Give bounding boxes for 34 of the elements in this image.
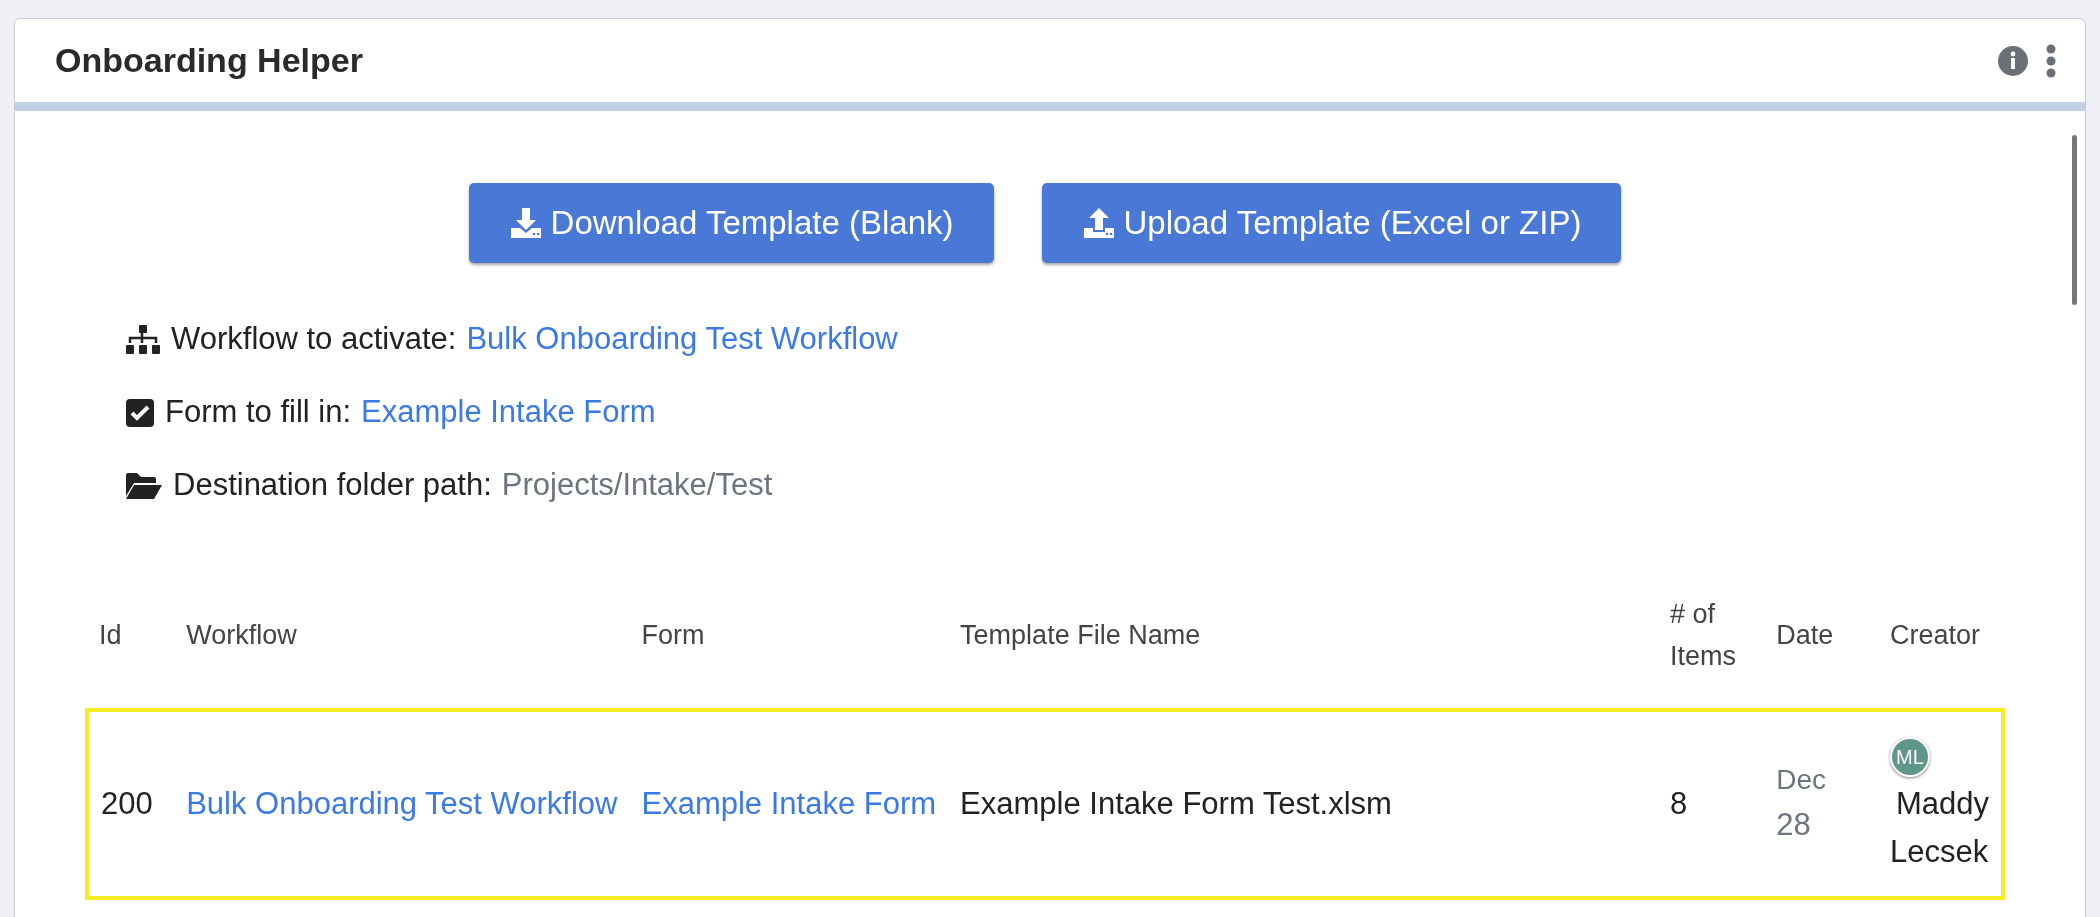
scrollbar[interactable]: [2072, 135, 2077, 305]
sitemap-icon: [125, 324, 161, 355]
creator-name: Maddy Lecsek: [1889, 785, 1989, 869]
info-icon[interactable]: [1997, 44, 2029, 77]
download-icon: [508, 206, 543, 240]
folder-label: Destination folder path:: [173, 466, 492, 505]
workflow-label: Workflow to activate:: [171, 320, 457, 359]
download-button[interactable]: Download Template (Blank): [468, 183, 994, 263]
upload-icon: [1081, 206, 1116, 240]
column-header[interactable]: Creator: [1877, 584, 2003, 710]
folder-value: Projects/Intake/Test: [501, 466, 773, 505]
upload-button[interactable]: Upload Template (Excel or ZIP): [1041, 183, 1622, 263]
checkbox-icon: [125, 397, 155, 428]
id-cell: 200: [101, 785, 153, 821]
folder-icon: [125, 471, 163, 500]
file-name-cell: Example Intake Form Test.xlsm: [960, 785, 1392, 821]
date-day: 28: [1776, 801, 1866, 850]
date-month: Dec: [1776, 762, 1828, 797]
column-header[interactable]: Template File Name: [948, 584, 1658, 710]
panel-title: Onboarding Helper: [55, 40, 363, 81]
workflow-link[interactable]: Bulk Onboarding Test Workflow: [186, 779, 618, 828]
more-options-icon[interactable]: [2045, 43, 2057, 78]
table-row[interactable]: 200 Bulk Onboarding Test Workflow Example Intake Form Example Intake Form Test.xlsm 8 Dec 28 ML Maddy Lecsek: [87, 709, 2003, 898]
column-header[interactable]: Id: [87, 584, 175, 710]
form-link[interactable]: Example Intake Form: [361, 389, 656, 436]
form-link[interactable]: Example Intake Form: [641, 779, 937, 828]
workflow-link[interactable]: Bulk Onboarding Test Workflow: [466, 316, 898, 363]
column-header[interactable]: Form: [629, 584, 949, 710]
item-count-cell: 8: [1669, 785, 1688, 821]
column-header[interactable]: # of Items: [1657, 584, 1765, 710]
column-header[interactable]: Date: [1764, 584, 1878, 710]
column-header[interactable]: Workflow: [174, 584, 630, 710]
avatar: ML: [1889, 737, 1930, 778]
form-label: Form to fill in:: [165, 393, 352, 432]
